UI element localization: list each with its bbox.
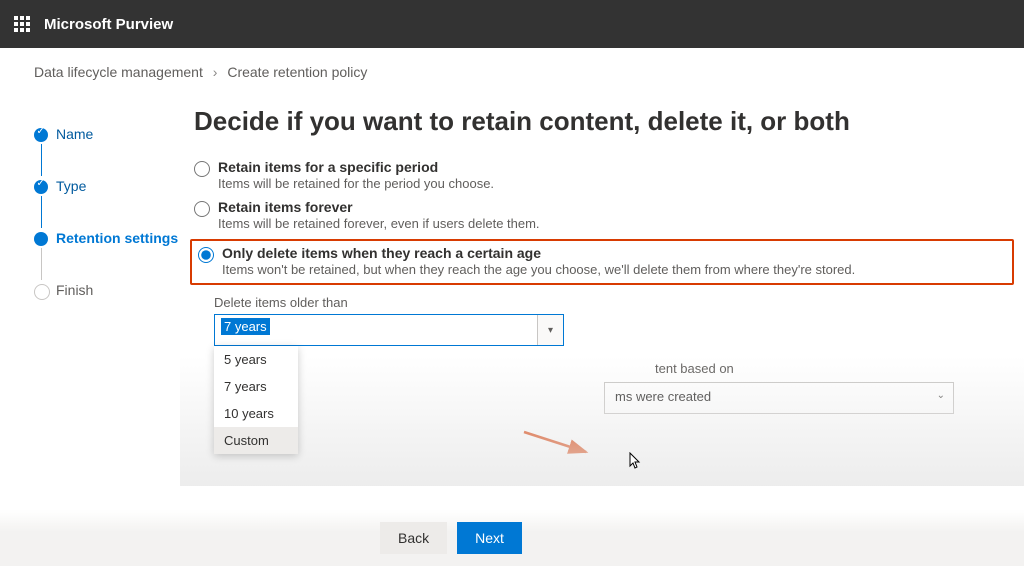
page-title: Decide if you want to retain content, de… <box>194 106 1014 137</box>
delete-older-than-label: Delete items older than <box>214 295 1014 310</box>
wizard-content: Decide if you want to retain content, de… <box>180 96 1024 536</box>
radio-label: Only delete items when they reach a cert… <box>222 245 1006 261</box>
radio-description: Items will be retained forever, even if … <box>218 216 1014 231</box>
radio-input[interactable] <box>194 161 210 177</box>
chevron-right-icon: › <box>213 64 218 80</box>
radio-label: Retain items forever <box>218 199 1014 215</box>
step-label: Retention settings <box>56 230 178 246</box>
breadcrumb-item[interactable]: Data lifecycle management <box>34 64 203 80</box>
based-on-combo[interactable]: ms were created ⌄ <box>604 382 954 414</box>
dropdown-option-10-years[interactable]: 10 years <box>214 400 298 427</box>
radio-description: Items will be retained for the period yo… <box>218 176 1014 191</box>
radio-label: Retain items for a specific period <box>218 159 1014 175</box>
radio-input[interactable] <box>194 201 210 217</box>
radio-retain-forever[interactable]: Retain items forever Items will be retai… <box>190 199 1014 231</box>
dropdown-option-7-years[interactable]: 7 years <box>214 373 298 400</box>
step-label: Finish <box>56 282 93 298</box>
radio-retain-period[interactable]: Retain items for a specific period Items… <box>190 159 1014 191</box>
dropdown-option-custom[interactable]: Custom <box>214 427 298 454</box>
dropdown-option-5-years[interactable]: 5 years <box>214 346 298 373</box>
wizard-step-retention-settings[interactable]: Retention settings <box>34 230 180 246</box>
step-label: Name <box>56 126 93 142</box>
delete-older-than-combo[interactable]: 7 years ▾ <box>214 314 564 346</box>
app-title: Microsoft Purview <box>44 16 173 33</box>
radio-description: Items won't be retained, but when they r… <box>222 262 1006 277</box>
app-launcher-icon[interactable] <box>14 16 30 32</box>
next-button[interactable]: Next <box>457 522 522 554</box>
radio-input[interactable] <box>198 247 214 263</box>
wizard-steps: Name Type Retention settings Finish <box>0 96 180 536</box>
breadcrumb-item: Create retention policy <box>227 64 367 80</box>
back-button[interactable]: Back <box>380 522 447 554</box>
breadcrumb: Data lifecycle management › Create reten… <box>0 48 1024 96</box>
wizard-step-finish: Finish <box>34 282 180 298</box>
top-bar: Microsoft Purview <box>0 0 1024 48</box>
combo-selected-value: 7 years <box>221 318 270 335</box>
based-on-label-partial: tent based on <box>655 361 734 376</box>
annotation-arrow-icon <box>520 426 600 462</box>
radio-delete-only[interactable]: Only delete items when they reach a cert… <box>194 245 1006 277</box>
step-label: Type <box>56 178 86 194</box>
wizard-footer: Back Next <box>0 510 1024 566</box>
mouse-cursor-icon <box>627 452 643 477</box>
wizard-step-type[interactable]: Type <box>34 178 180 194</box>
delete-older-than-dropdown: 5 years 7 years 10 years Custom <box>214 346 298 454</box>
wizard-step-name[interactable]: Name <box>34 126 180 142</box>
chevron-down-icon[interactable]: ⌄ <box>937 390 945 401</box>
chevron-down-icon[interactable]: ▾ <box>537 315 563 345</box>
annotation-highlight: Only delete items when they reach a cert… <box>190 239 1014 285</box>
combo-value-partial: ms were created <box>615 389 711 404</box>
bottom-fade <box>180 356 1024 486</box>
